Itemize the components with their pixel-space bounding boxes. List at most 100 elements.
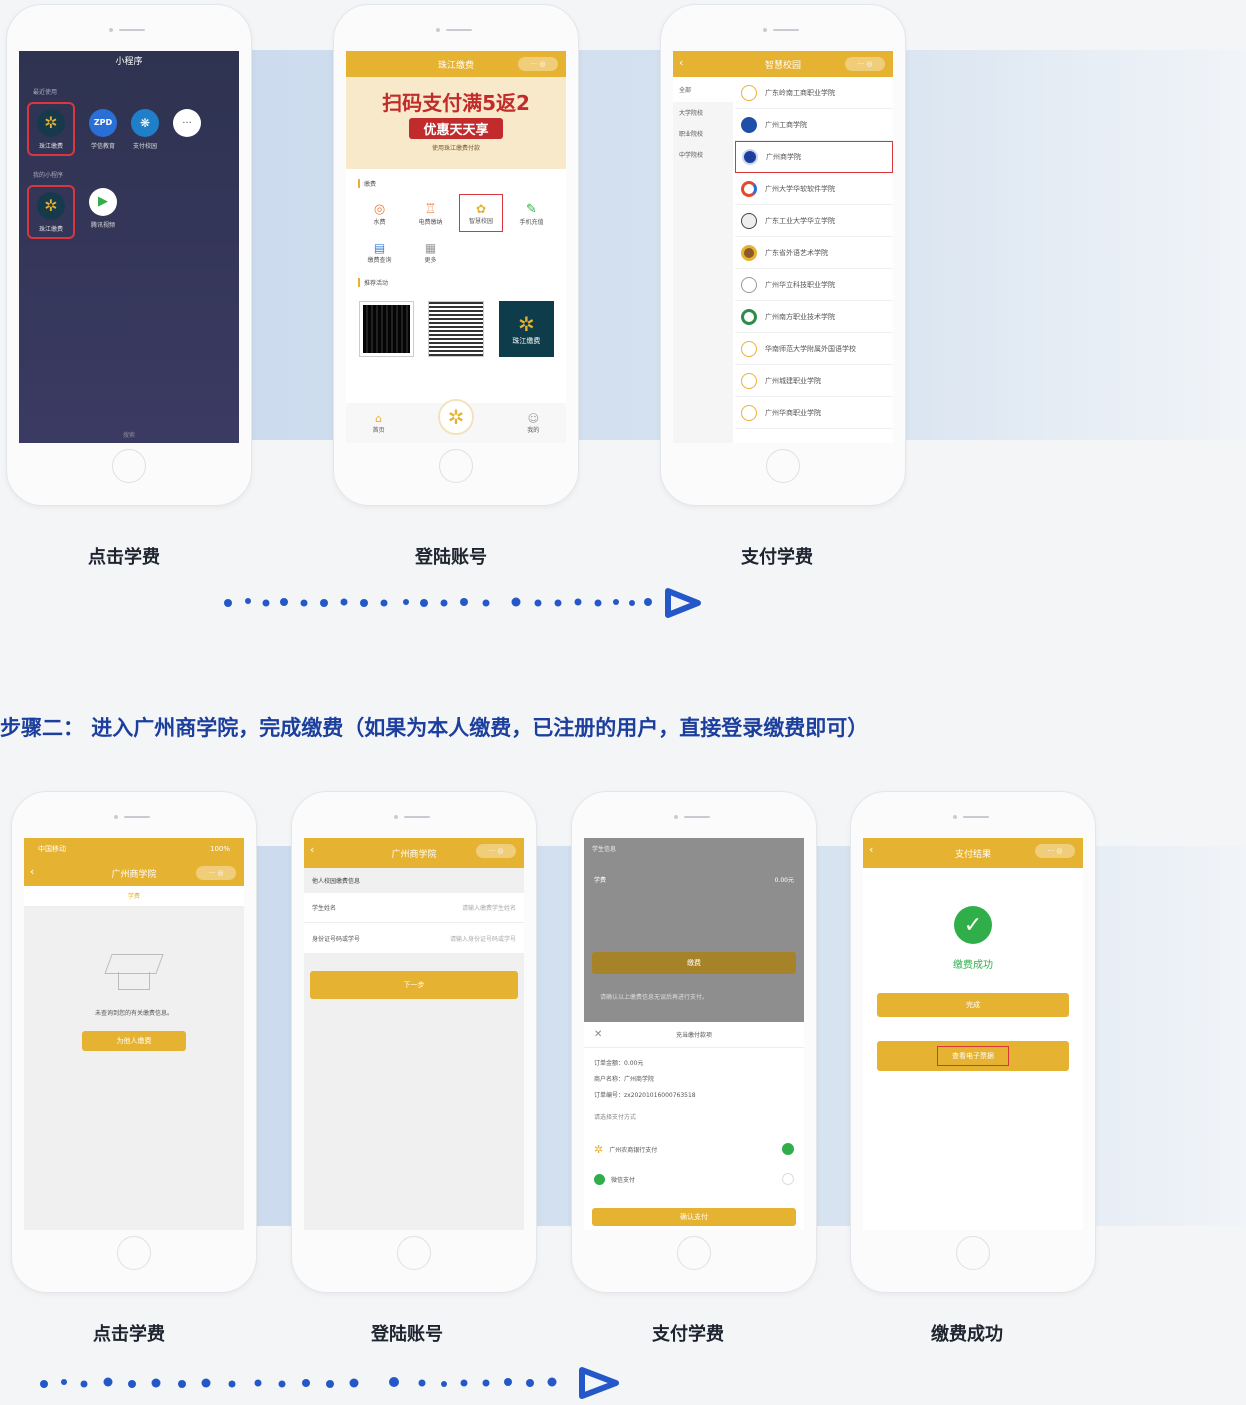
result-screen: ‹ 支付结果 ··· ◎ ✓ 缴费成功 完成 查看电子票据 — [863, 838, 1083, 1230]
school-item[interactable]: 广东岭南工商职业学院 — [735, 77, 893, 109]
phone-zhujiang-home: 珠江缴费 ··· ◎ 扫码支付满5返2 优惠天天享 使用珠江缴费付款 缴费 ◎ 水费… — [333, 4, 579, 506]
id-number-field[interactable]: 身份证号码或学号 请输入身份证号码或学号 — [304, 923, 524, 953]
user-icon: ☺ — [527, 412, 540, 425]
home-button — [117, 1236, 151, 1270]
xuexin-icon: ZPD — [89, 108, 117, 137]
back-icon[interactable]: ‹ — [679, 56, 683, 69]
school-item[interactable]: 广州南方职业技术学院 — [735, 301, 893, 333]
school-item[interactable]: 广州大学华软软件学院 — [735, 173, 893, 205]
school-list: 广东岭南工商职业学院 广州工商学院 广州商学院 广州大学华软软件学院 广东工业大… — [735, 77, 893, 429]
fee-pay-button[interactable]: 缴费 — [592, 952, 796, 974]
school-item[interactable]: 广东省外语艺术学院 — [735, 237, 893, 269]
close-icon[interactable]: ✕ — [594, 1029, 602, 1040]
school-item[interactable]: 华南师范大学附属外国语学校 — [735, 333, 893, 365]
caption-step-success: 缴费成功 — [931, 1324, 1003, 1345]
phone-login-form: ‹ 广州商学院 ··· ◎ 他人校园缴费信息 学生姓名 请输入缴费学生姓名 身份证号码… — [291, 791, 537, 1293]
smart-campus-screen: ‹ 智慧校园 ··· ◎ 全部 大学院校 职业院校 中学院校 广东岭南工商职业学院 … — [673, 51, 893, 443]
category-item[interactable]: 职业院校 — [673, 123, 733, 144]
capsule-menu[interactable]: ··· ◎ — [845, 57, 885, 71]
promo-banner[interactable]: 扫码支付满5返2 优惠天天享 使用珠江缴费付款 — [346, 77, 566, 169]
school-item[interactable]: 广州工商学院 — [735, 109, 893, 141]
school-item[interactable]: 广州华立科技职业学院 — [735, 269, 893, 301]
school-badge-icon — [741, 244, 757, 261]
school-badge-icon — [741, 116, 757, 133]
back-icon[interactable]: ‹ — [310, 843, 314, 856]
caption-step-click: 点击学费 — [88, 547, 160, 568]
school-item-selected[interactable]: 广州商学院 — [735, 141, 893, 173]
form-section-label: 他人校园缴费信息 — [312, 878, 361, 885]
tab-fee[interactable]: 学费 — [24, 886, 244, 908]
more-icon[interactable]: ··· — [173, 109, 201, 137]
pay-for-others-button[interactable]: 为他人缴费 — [82, 1031, 186, 1051]
group-label: 最近使用 — [33, 89, 58, 96]
school-item[interactable]: 广州华商职业学院 — [735, 397, 893, 429]
capsule-menu[interactable]: ··· ◎ — [196, 866, 236, 880]
school-badge-icon — [741, 84, 757, 101]
query-icon: ▤ — [373, 240, 386, 255]
student-name-field[interactable]: 学生姓名 请输入缴费学生姓名 — [304, 893, 524, 923]
nav-bar: ‹ 支付结果 ··· ◎ — [863, 838, 1083, 868]
progress-dots-arrow — [40, 1367, 619, 1399]
school-item[interactable]: 广州城建职业学院 — [735, 365, 893, 397]
check-unselected-icon — [782, 1173, 794, 1185]
campus-icon: ✿ — [475, 201, 487, 216]
screen-title: 小程序 — [115, 57, 143, 67]
capsule-menu[interactable]: ··· ◎ — [476, 844, 516, 858]
capsule-menu[interactable]: ··· ◎ — [1035, 844, 1075, 858]
app-tencent-video[interactable]: ▶ 腾讯视频 — [89, 187, 117, 229]
qr-code-2 — [428, 301, 484, 357]
back-icon[interactable]: ‹ — [30, 865, 34, 878]
tab-bar: ⌂ 首页 ✲ ☺ 我的 — [346, 399, 566, 443]
school-badge-icon — [741, 372, 757, 389]
app-campus[interactable]: ❋ 支付校园 — [131, 108, 159, 150]
school-badge-icon — [741, 308, 757, 325]
service-water[interactable]: ◎ 水费 — [354, 194, 405, 234]
status-bar: 中国移动 100% — [24, 838, 244, 860]
nav-bar: ‹ 广州商学院 ··· ◎ — [304, 838, 524, 868]
section-label-2: 推荐活动 — [358, 278, 566, 287]
view-e-receipt-button[interactable]: 查看电子票据 — [877, 1041, 1069, 1071]
app-xuexin[interactable]: ZPD 学信教育 — [89, 108, 117, 150]
next-button[interactable]: 下一步 — [310, 971, 518, 999]
payment-method-wechat[interactable]: 微信支付 — [584, 1164, 804, 1194]
center-logo-icon[interactable]: ✲ — [437, 399, 474, 435]
tab-mine[interactable]: ☺ 我的 — [527, 412, 539, 434]
service-electric[interactable]: ♖ 电费缴纳 — [405, 194, 456, 234]
category-item[interactable]: 大学院校 — [673, 102, 733, 123]
school-badge-icon — [741, 340, 757, 357]
search-link[interactable]: 搜索 — [19, 430, 239, 439]
pay-screen: 学生信息 学费 0.00元 缴费 请确认以上缴费信息无误后再进行支付。 ✕ 充当缴付… — [584, 838, 804, 1230]
school-item[interactable]: 广东工业大学华立学院 — [735, 205, 893, 237]
step-two-heading: 步骤二： 进入广州商学院，完成缴费（如果为本人缴费，已注册的用户，直接登录缴费即… — [0, 716, 869, 740]
home-button — [112, 449, 146, 483]
success-text: 缴费成功 — [953, 960, 993, 971]
school-fee-screen: 中国移动 100% ‹ 广州商学院 ··· ◎ 学费 未查询到您的有关缴费信息。 为他… — [24, 838, 244, 1230]
school-badge-icon — [741, 212, 757, 229]
category-sidebar: 全部 大学院校 职业院校 中学院校 — [673, 77, 733, 443]
category-item[interactable]: 全部 — [673, 77, 733, 102]
tab-home[interactable]: ⌂ 首页 — [373, 412, 385, 434]
school-badge-icon — [741, 404, 757, 421]
confirm-pay-button[interactable]: 确认支付 — [592, 1208, 796, 1226]
water-icon: ◎ — [373, 202, 386, 217]
service-mobile[interactable]: ✎ 手机充值 — [506, 194, 557, 234]
phone-smart-campus: ‹ 智慧校园 ··· ◎ 全部 大学院校 职业院校 中学院校 广东岭南工商职业学院 … — [660, 4, 906, 506]
service-more[interactable]: ▦ 更多 — [405, 234, 456, 270]
electric-icon: ♖ — [424, 202, 437, 217]
home-button — [439, 449, 473, 483]
capsule-menu[interactable]: ··· ◎ — [518, 57, 558, 71]
phone-school-fee-empty: 中国移动 100% ‹ 广州商学院 ··· ◎ 学费 未查询到您的有关缴费信息。 为他… — [11, 791, 257, 1293]
app-zhujiang-fee-2[interactable]: ✲ 珠江缴费 — [27, 185, 75, 239]
caption-step-pay: 支付学费 — [741, 547, 813, 568]
back-icon[interactable]: ‹ — [869, 843, 873, 856]
payment-method-bank[interactable]: ✲ 广州农商银行支付 — [584, 1134, 804, 1164]
app-zhujiang-fee[interactable]: ✲ 珠江缴费 — [27, 102, 75, 156]
grid-icon: ▦ — [424, 240, 437, 255]
done-button[interactable]: 完成 — [877, 993, 1069, 1017]
service-campus[interactable]: ✿ 智慧校园 — [459, 194, 503, 232]
zhujiang-logo: ✲ 珠江缴费 — [498, 301, 554, 357]
service-query[interactable]: ▤ 缴费查询 — [354, 234, 405, 270]
zhujiang-screen: 珠江缴费 ··· ◎ 扫码支付满5返2 优惠天天享 使用珠江缴费付款 缴费 ◎ 水费… — [346, 51, 566, 443]
category-item[interactable]: 中学院校 — [673, 144, 733, 165]
dimmed-fee-page: 学生信息 学费 0.00元 缴费 请确认以上缴费信息无误后再进行支付。 — [584, 838, 804, 1022]
